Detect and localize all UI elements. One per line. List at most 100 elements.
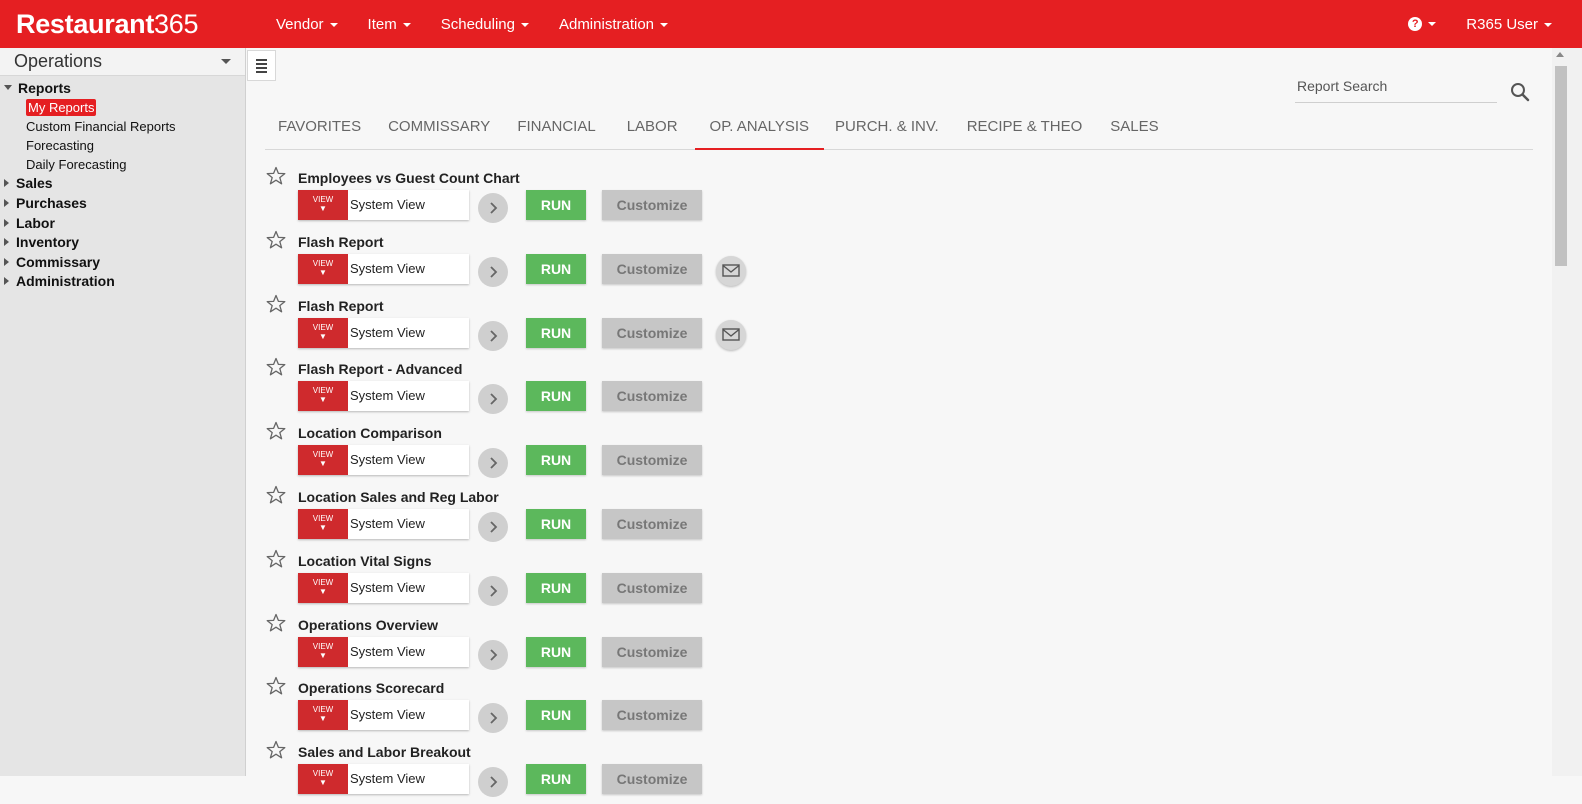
view-selected-value[interactable]: System View xyxy=(348,573,469,603)
favorite-star-icon[interactable] xyxy=(266,294,286,314)
email-report-button[interactable] xyxy=(716,255,746,286)
sidebar-item-purchases[interactable]: Purchases xyxy=(0,193,245,213)
chevron-right-icon xyxy=(490,457,498,469)
view-dropdown-button[interactable]: VIEW ▼ xyxy=(298,381,348,412)
run-button[interactable]: RUN xyxy=(526,190,586,220)
open-report-button[interactable] xyxy=(478,384,508,415)
sidebar-item-custom-financial-reports[interactable]: Custom Financial Reports xyxy=(0,117,245,136)
run-button[interactable]: RUN xyxy=(526,253,586,284)
run-button[interactable]: RUN xyxy=(526,445,586,476)
chevron-right-icon xyxy=(490,648,498,661)
search-icon[interactable] xyxy=(1510,82,1530,102)
module-selector[interactable]: Operations xyxy=(0,48,245,76)
view-dropdown-button[interactable]: VIEW ▼ xyxy=(298,253,348,284)
view-dropdown-button[interactable]: VIEW ▼ xyxy=(298,508,348,539)
run-button[interactable]: RUN xyxy=(526,381,586,412)
favorite-star-icon[interactable] xyxy=(266,230,286,250)
favorite-star-icon[interactable] xyxy=(266,421,286,441)
tab-sales[interactable]: SALES xyxy=(1100,104,1168,149)
open-report-button[interactable] xyxy=(478,320,508,351)
view-selected-value[interactable]: System View xyxy=(348,254,469,284)
favorite-star-icon[interactable] xyxy=(266,613,286,633)
favorite-star-icon[interactable] xyxy=(266,549,286,569)
tab-recipe-theo[interactable]: RECIPE & THEO xyxy=(950,104,1100,149)
open-report-button[interactable] xyxy=(478,703,508,734)
run-button[interactable]: RUN xyxy=(526,508,586,539)
view-dropdown-button[interactable]: VIEW ▼ xyxy=(298,190,348,220)
sidebar-item-inventory[interactable]: Inventory xyxy=(0,232,245,252)
run-button[interactable]: RUN xyxy=(526,636,586,667)
favorite-star-icon[interactable] xyxy=(266,357,286,377)
view-selected-value[interactable]: System View xyxy=(348,190,469,220)
sidebar-item-reports[interactable]: Reports xyxy=(0,78,245,98)
tab-labor[interactable]: LABOR xyxy=(610,104,694,149)
view-selected-value[interactable]: System View xyxy=(348,637,469,667)
collapsed-arrow-icon xyxy=(4,179,9,188)
chevron-right-icon xyxy=(490,266,498,278)
view-dropdown-button[interactable]: VIEW ▼ xyxy=(298,317,348,348)
customize-button[interactable]: Customize xyxy=(602,381,702,412)
run-button[interactable]: RUN xyxy=(526,317,586,348)
view-selected-value[interactable]: System View xyxy=(348,509,469,539)
view-dropdown-arrow-icon: ▼ xyxy=(319,586,327,596)
customize-button[interactable]: Customize xyxy=(602,572,702,603)
view-selected-value[interactable]: System View xyxy=(348,764,469,794)
view-selected-value[interactable]: System View xyxy=(348,318,469,348)
scroll-up-arrow-icon[interactable] xyxy=(1556,52,1564,57)
customize-button[interactable]: Customize xyxy=(602,317,702,348)
nav-vendor[interactable]: Vendor xyxy=(276,16,338,33)
view-dropdown-button[interactable]: VIEW ▼ xyxy=(298,764,348,795)
user-menu[interactable]: R365 User xyxy=(1466,16,1552,33)
sidebar-item-my-reports[interactable]: My Reports xyxy=(0,98,245,117)
open-report-button[interactable] xyxy=(478,448,508,479)
sidebar-item-labor[interactable]: Labor xyxy=(0,213,245,233)
view-dropdown-button[interactable]: VIEW ▼ xyxy=(298,700,348,731)
sidebar-item-administration[interactable]: Administration xyxy=(0,272,245,292)
open-report-button[interactable] xyxy=(478,575,508,606)
report-search-input[interactable] xyxy=(1295,72,1497,100)
favorite-star-icon[interactable] xyxy=(266,676,286,696)
view-selected-value[interactable]: System View xyxy=(348,445,469,475)
open-report-button[interactable] xyxy=(478,767,508,798)
open-report-button[interactable] xyxy=(478,193,508,223)
customize-button[interactable]: Customize xyxy=(602,636,702,667)
tab-op-analysis[interactable]: OP. ANALYSIS xyxy=(694,104,825,150)
tab-purch-inv[interactable]: PURCH. & INV. xyxy=(825,104,949,149)
customize-button[interactable]: Customize xyxy=(602,253,702,284)
tab-favorites[interactable]: FAVORITES xyxy=(265,104,374,149)
tab-commissary[interactable]: COMMISSARY xyxy=(375,104,503,149)
favorite-star-icon[interactable] xyxy=(266,166,286,186)
run-button[interactable]: RUN xyxy=(526,700,586,731)
view-dropdown-button[interactable]: VIEW ▼ xyxy=(298,445,348,476)
email-report-button[interactable] xyxy=(716,319,746,350)
nav-item[interactable]: Item xyxy=(368,16,411,33)
open-report-button[interactable] xyxy=(478,256,508,287)
nav-scheduling[interactable]: Scheduling xyxy=(441,16,529,33)
sidebar-toggle-button[interactable] xyxy=(247,50,276,81)
chevron-down-icon xyxy=(520,22,529,27)
view-dropdown-button[interactable]: VIEW ▼ xyxy=(298,572,348,603)
scrollbar-thumb[interactable] xyxy=(1555,66,1567,266)
run-button[interactable]: RUN xyxy=(526,572,586,603)
open-report-button[interactable] xyxy=(478,639,508,670)
favorite-star-icon[interactable] xyxy=(266,740,286,760)
open-report-button[interactable] xyxy=(478,511,508,542)
sidebar-item-commissary[interactable]: Commissary xyxy=(0,252,245,272)
customize-button[interactable]: Customize xyxy=(602,700,702,731)
run-button[interactable]: RUN xyxy=(526,764,586,795)
help-menu[interactable]: ? xyxy=(1408,17,1437,31)
customize-button[interactable]: Customize xyxy=(602,508,702,539)
customize-button[interactable]: Customize xyxy=(602,445,702,476)
sidebar-item-forecasting[interactable]: Forecasting xyxy=(0,136,245,155)
sidebar-item-sales[interactable]: Sales xyxy=(0,174,245,194)
view-dropdown-button[interactable]: VIEW ▼ xyxy=(298,636,348,667)
customize-button[interactable]: Customize xyxy=(602,764,702,795)
brand-logo[interactable]: Restaurant365 xyxy=(16,8,199,40)
tab-financial[interactable]: FINANCIAL xyxy=(504,104,608,149)
favorite-star-icon[interactable] xyxy=(266,485,286,505)
sidebar-item-daily-forecasting[interactable]: Daily Forecasting xyxy=(0,155,245,174)
nav-administration[interactable]: Administration xyxy=(559,16,669,33)
view-selected-value[interactable]: System View xyxy=(348,700,469,730)
customize-button[interactable]: Customize xyxy=(602,190,702,220)
view-selected-value[interactable]: System View xyxy=(348,381,469,411)
